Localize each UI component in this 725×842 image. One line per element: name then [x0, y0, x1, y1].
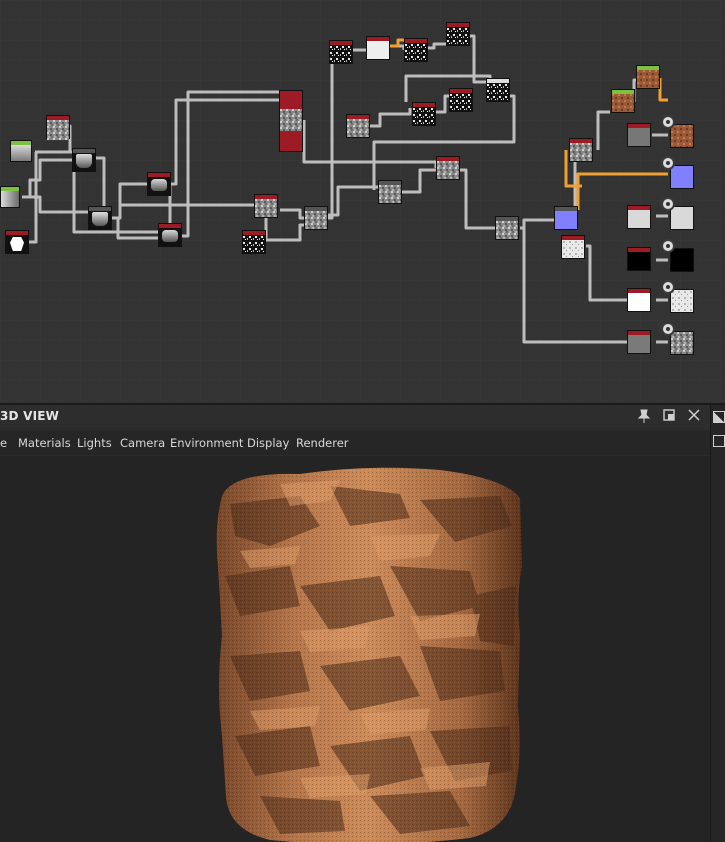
menu-item-scene[interactable]: e [0, 436, 7, 450]
node-noise-1[interactable] [46, 115, 70, 140]
menu-item-camera[interactable]: Camera [120, 436, 165, 450]
node-gradient-green[interactable] [10, 140, 32, 162]
menu-item-environment[interactable]: Environment [170, 436, 243, 450]
output-basecolor[interactable] [670, 124, 694, 148]
node-gradient-green-2[interactable] [0, 186, 20, 208]
cylinder-preview [216, 467, 522, 842]
node-transform-2[interactable] [158, 223, 182, 247]
node-gray-input-2[interactable] [627, 330, 651, 354]
monitor-icon[interactable] [713, 435, 725, 447]
node-brown-1[interactable] [611, 89, 635, 113]
output-height[interactable] [670, 331, 694, 355]
node-gray-input[interactable] [627, 123, 651, 147]
close-icon[interactable] [686, 409, 702, 426]
node-noise-3[interactable] [346, 114, 370, 138]
output-node-icon [661, 156, 675, 170]
node-white-noise[interactable] [561, 235, 585, 259]
output-ao[interactable] [670, 289, 694, 313]
output-node-icon [661, 115, 675, 129]
node-transform-1[interactable] [147, 172, 171, 196]
menu-item-materials[interactable]: Materials [18, 436, 71, 450]
3d-viewport[interactable] [0, 456, 710, 842]
node-dark-noise-3[interactable] [404, 38, 428, 62]
node-noise-5[interactable] [569, 138, 593, 162]
output-node-icon [661, 280, 675, 294]
node-blend-5[interactable] [495, 216, 519, 240]
menu-bar: e Materials Lights Camera Environment Di… [0, 431, 710, 455]
checker-icon[interactable] [713, 411, 725, 423]
output-metallic[interactable] [670, 248, 694, 272]
panel-title: 3D VIEW [0, 409, 60, 423]
node-dark-noise-2[interactable] [329, 40, 353, 64]
node-lightgray-input[interactable] [627, 205, 651, 229]
node-dark-noise-1[interactable] [242, 230, 266, 254]
node-white-input[interactable] [627, 288, 651, 312]
graph-wires [0, 0, 725, 403]
node-blend-3[interactable] [304, 206, 328, 230]
node-black-input[interactable] [627, 247, 651, 271]
side-toolbar [710, 405, 725, 842]
node-white-1[interactable] [366, 36, 390, 60]
node-graph[interactable] [0, 0, 725, 403]
output-roughness[interactable] [670, 206, 694, 230]
node-dark-noise-7[interactable] [486, 78, 510, 102]
menu-item-renderer[interactable]: Renderer [296, 436, 349, 450]
node-dark-noise-5[interactable] [412, 102, 436, 126]
menu-item-display[interactable]: Display [247, 436, 289, 450]
node-blend-2[interactable] [88, 206, 112, 230]
node-blend-4[interactable] [378, 180, 402, 204]
node-tall-red[interactable] [279, 90, 303, 152]
node-shape[interactable] [5, 230, 29, 254]
float-window-icon[interactable] [661, 409, 677, 426]
node-dark-noise-6[interactable] [449, 88, 473, 112]
node-brown-2[interactable] [636, 65, 660, 89]
node-noise-2[interactable] [254, 194, 278, 218]
menu-item-lights[interactable]: Lights [77, 436, 112, 450]
node-noise-4[interactable] [436, 156, 460, 180]
node-normal-1[interactable] [554, 206, 578, 230]
node-dark-noise-4[interactable] [446, 22, 470, 46]
output-normal[interactable] [670, 165, 694, 189]
output-node-icon [661, 197, 675, 211]
pin-icon[interactable] [636, 409, 652, 428]
output-node-icon [661, 322, 675, 336]
output-node-icon [661, 239, 675, 253]
node-blend-1[interactable] [72, 148, 96, 172]
panel-header: 3D VIEW [0, 405, 725, 429]
